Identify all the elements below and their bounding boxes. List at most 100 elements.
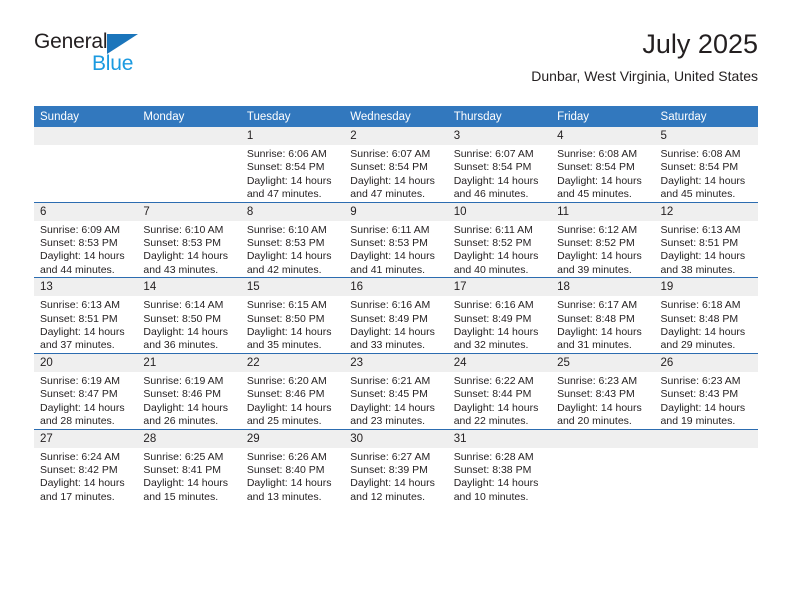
daylight-duration-line2: and 35 minutes. bbox=[246, 339, 322, 352]
day-number: 22 bbox=[240, 353, 345, 372]
day-details: Sunrise: 6:10 AM Sunset: 8:53 PM Daylight:… bbox=[137, 221, 240, 278]
daylight-duration-line1: Daylight: 14 hours bbox=[246, 326, 332, 339]
sunrise-time: Sunrise: 6:19 AM bbox=[40, 374, 120, 387]
daylight-duration-line2: and 10 minutes. bbox=[453, 490, 529, 503]
calendar-day-cell[interactable]: 26 Sunrise: 6:23 AM Sunset: 8:43 PM Dayligh… bbox=[654, 352, 758, 429]
calendar-day-cell[interactable]: 19 Sunrise: 6:18 AM Sunset: 8:48 PM Dayligh… bbox=[654, 277, 758, 354]
day-cell-content: 26 Sunrise: 6:23 AM Sunset: 8:43 PM Dayligh… bbox=[654, 353, 758, 429]
weekday-header-row: Sunday Monday Tuesday Wednesday Thursday… bbox=[34, 106, 758, 127]
daylight-duration-line1: Daylight: 14 hours bbox=[660, 174, 746, 187]
sunrise-time: Sunrise: 6:18 AM bbox=[660, 299, 741, 312]
sunset-time: Sunset: 8:53 PM bbox=[40, 237, 118, 250]
day-cell-content: 18 Sunrise: 6:17 AM Sunset: 8:48 PM Dayligh… bbox=[551, 278, 655, 353]
day-details: Sunrise: 6:15 AM Sunset: 8:50 PM Daylight:… bbox=[241, 296, 344, 353]
sunset-time: Sunset: 8:41 PM bbox=[143, 463, 222, 476]
day-details: Sunrise: 6:18 AM Sunset: 8:48 PM Daylight:… bbox=[655, 296, 758, 353]
sunrise-time: Sunrise: 6:07 AM bbox=[453, 148, 534, 160]
calendar-day-cell[interactable]: 30 Sunrise: 6:27 AM Sunset: 8:39 PM Dayligh… bbox=[344, 428, 448, 505]
sunset-time: Sunset: 8:54 PM bbox=[246, 161, 325, 174]
day-number: 3 bbox=[447, 127, 552, 145]
calendar-day-cell[interactable]: 5 Sunrise: 6:08 AM Sunset: 8:54 PM Daylight… bbox=[654, 127, 758, 203]
day-number: 7 bbox=[137, 202, 241, 221]
day-cell-content bbox=[34, 127, 138, 202]
daylight-duration-line1: Daylight: 14 hours bbox=[350, 477, 435, 490]
day-number: 8 bbox=[240, 202, 345, 221]
calendar-day-cell[interactable]: 20 Sunrise: 6:19 AM Sunset: 8:47 PM Dayligh… bbox=[34, 352, 138, 429]
calendar-day-cell[interactable]: 25 Sunrise: 6:23 AM Sunset: 8:43 PM Dayligh… bbox=[551, 352, 655, 429]
calendar-day-cell[interactable]: 14 Sunrise: 6:14 AM Sunset: 8:50 PM Dayligh… bbox=[137, 277, 241, 354]
sunrise-time: Sunrise: 6:08 AM bbox=[660, 148, 741, 160]
day-details: Sunrise: 6:08 AM Sunset: 8:54 PM Daylight:… bbox=[655, 145, 758, 202]
calendar-day-cell[interactable]: 11 Sunrise: 6:12 AM Sunset: 8:52 PM Dayligh… bbox=[551, 201, 655, 278]
daylight-duration-line1: Daylight: 14 hours bbox=[143, 326, 229, 339]
calendar-day-cell[interactable]: 24 Sunrise: 6:22 AM Sunset: 8:44 PM Dayligh… bbox=[447, 352, 552, 429]
calendar-day-cell[interactable]: 15 Sunrise: 6:15 AM Sunset: 8:50 PM Dayligh… bbox=[240, 277, 345, 354]
day-details: Sunrise: 6:11 AM Sunset: 8:53 PM Daylight:… bbox=[344, 221, 447, 278]
calendar-day-cell[interactable]: 21 Sunrise: 6:19 AM Sunset: 8:46 PM Dayligh… bbox=[137, 352, 241, 429]
calendar-day-cell[interactable]: 29 Sunrise: 6:26 AM Sunset: 8:40 PM Dayligh… bbox=[240, 428, 345, 505]
day-details: Sunrise: 6:16 AM Sunset: 8:49 PM Daylight:… bbox=[448, 296, 551, 353]
calendar-day-cell[interactable]: 10 Sunrise: 6:11 AM Sunset: 8:52 PM Dayligh… bbox=[447, 201, 552, 278]
daylight-duration-line2: and 45 minutes. bbox=[660, 188, 736, 201]
calendar-day-cell[interactable]: 18 Sunrise: 6:17 AM Sunset: 8:48 PM Dayligh… bbox=[551, 277, 655, 354]
sunrise-time: Sunrise: 6:23 AM bbox=[660, 374, 741, 387]
calendar-day-cell[interactable]: 27 Sunrise: 6:24 AM Sunset: 8:42 PM Dayligh… bbox=[34, 428, 138, 505]
calendar-day-cell[interactable]: 7 Sunrise: 6:10 AM Sunset: 8:53 PM Daylight… bbox=[137, 201, 241, 278]
day-details: Sunrise: 6:07 AM Sunset: 8:54 PM Daylight:… bbox=[344, 145, 447, 202]
day-cell-content: 8 Sunrise: 6:10 AM Sunset: 8:53 PM Daylight… bbox=[240, 202, 345, 278]
calendar-day-cell-empty bbox=[551, 428, 655, 505]
day-cell-content: 11 Sunrise: 6:12 AM Sunset: 8:52 PM Dayligh… bbox=[551, 202, 655, 278]
day-number: 18 bbox=[551, 278, 655, 297]
weekday-header-saturday: Saturday bbox=[654, 106, 758, 127]
calendar-day-cell[interactable]: 8 Sunrise: 6:10 AM Sunset: 8:53 PM Daylight… bbox=[240, 201, 345, 278]
calendar-day-cell[interactable]: 22 Sunrise: 6:20 AM Sunset: 8:46 PM Dayligh… bbox=[240, 352, 345, 429]
calendar-day-cell[interactable]: 17 Sunrise: 6:16 AM Sunset: 8:49 PM Dayligh… bbox=[447, 277, 552, 354]
day-cell-content: 24 Sunrise: 6:22 AM Sunset: 8:44 PM Dayligh… bbox=[447, 353, 552, 429]
sunset-time: Sunset: 8:50 PM bbox=[246, 312, 325, 325]
day-number: 11 bbox=[551, 202, 655, 221]
day-number: 4 bbox=[551, 127, 655, 145]
day-details: Sunrise: 6:23 AM Sunset: 8:43 PM Daylight:… bbox=[551, 372, 654, 429]
daylight-duration-line2: and 47 minutes. bbox=[246, 188, 322, 201]
calendar-day-cell[interactable]: 13 Sunrise: 6:13 AM Sunset: 8:51 PM Dayligh… bbox=[34, 277, 138, 354]
day-cell-content: 2 Sunrise: 6:07 AM Sunset: 8:54 PM Daylight… bbox=[344, 127, 448, 202]
calendar-day-cell[interactable]: 31 Sunrise: 6:28 AM Sunset: 8:38 PM Dayligh… bbox=[447, 428, 552, 505]
day-number: 14 bbox=[137, 278, 241, 297]
day-cell-content: 20 Sunrise: 6:19 AM Sunset: 8:47 PM Dayligh… bbox=[34, 353, 138, 429]
calendar-day-cell[interactable]: 3 Sunrise: 6:07 AM Sunset: 8:54 PM Daylight… bbox=[447, 127, 552, 203]
daylight-duration-line2: and 25 minutes. bbox=[246, 415, 322, 428]
sunrise-time: Sunrise: 6:08 AM bbox=[557, 148, 638, 160]
calendar-day-cell[interactable]: 1 Sunrise: 6:06 AM Sunset: 8:54 PM Daylight… bbox=[240, 127, 345, 203]
sunset-time: Sunset: 8:48 PM bbox=[557, 312, 635, 325]
calendar-day-cell[interactable]: 28 Sunrise: 6:25 AM Sunset: 8:41 PM Dayligh… bbox=[137, 428, 241, 505]
calendar-day-cell[interactable]: 6 Sunrise: 6:09 AM Sunset: 8:53 PM Daylight… bbox=[34, 201, 138, 278]
generalblue-logo[interactable]: General Blue bbox=[34, 30, 164, 88]
day-details: Sunrise: 6:27 AM Sunset: 8:39 PM Daylight:… bbox=[344, 448, 447, 505]
day-number: 13 bbox=[34, 278, 138, 297]
day-cell-content: 7 Sunrise: 6:10 AM Sunset: 8:53 PM Daylight… bbox=[137, 202, 241, 278]
daylight-duration-line2: and 44 minutes. bbox=[40, 263, 115, 276]
daylight-duration-line2: and 15 minutes. bbox=[143, 490, 219, 503]
calendar-day-cell[interactable]: 2 Sunrise: 6:07 AM Sunset: 8:54 PM Daylight… bbox=[344, 127, 448, 203]
daylight-duration-line2: and 12 minutes. bbox=[350, 490, 425, 503]
calendar-day-cell[interactable]: 4 Sunrise: 6:08 AM Sunset: 8:54 PM Daylight… bbox=[551, 127, 655, 203]
calendar-day-cell[interactable]: 16 Sunrise: 6:16 AM Sunset: 8:49 PM Dayligh… bbox=[344, 277, 448, 354]
calendar-day-cell[interactable]: 9 Sunrise: 6:11 AM Sunset: 8:53 PM Daylight… bbox=[344, 201, 448, 278]
calendar-day-cell[interactable]: 23 Sunrise: 6:21 AM Sunset: 8:45 PM Dayligh… bbox=[344, 352, 448, 429]
day-cell-content bbox=[551, 429, 655, 505]
sunset-time: Sunset: 8:53 PM bbox=[350, 237, 428, 250]
daylight-duration-line1: Daylight: 14 hours bbox=[453, 477, 539, 490]
daylight-duration-line2: and 23 minutes. bbox=[350, 415, 425, 428]
day-number bbox=[551, 429, 655, 448]
day-cell-content: 16 Sunrise: 6:16 AM Sunset: 8:49 PM Dayligh… bbox=[344, 278, 448, 353]
weekday-header-sunday: Sunday bbox=[34, 106, 138, 127]
sunset-time: Sunset: 8:42 PM bbox=[40, 463, 118, 476]
day-number: 20 bbox=[34, 353, 138, 372]
sunrise-time: Sunrise: 6:17 AM bbox=[557, 299, 638, 312]
day-cell-content: 13 Sunrise: 6:13 AM Sunset: 8:51 PM Dayligh… bbox=[34, 278, 138, 353]
calendar-week-row: 1 Sunrise: 6:06 AM Sunset: 8:54 PM Daylight… bbox=[34, 127, 758, 203]
daylight-duration-line2: and 46 minutes. bbox=[453, 188, 529, 201]
calendar-day-cell[interactable]: 12 Sunrise: 6:13 AM Sunset: 8:51 PM Dayligh… bbox=[654, 201, 758, 278]
daylight-duration-line1: Daylight: 14 hours bbox=[246, 174, 332, 187]
weekday-header-monday: Monday bbox=[137, 106, 241, 127]
